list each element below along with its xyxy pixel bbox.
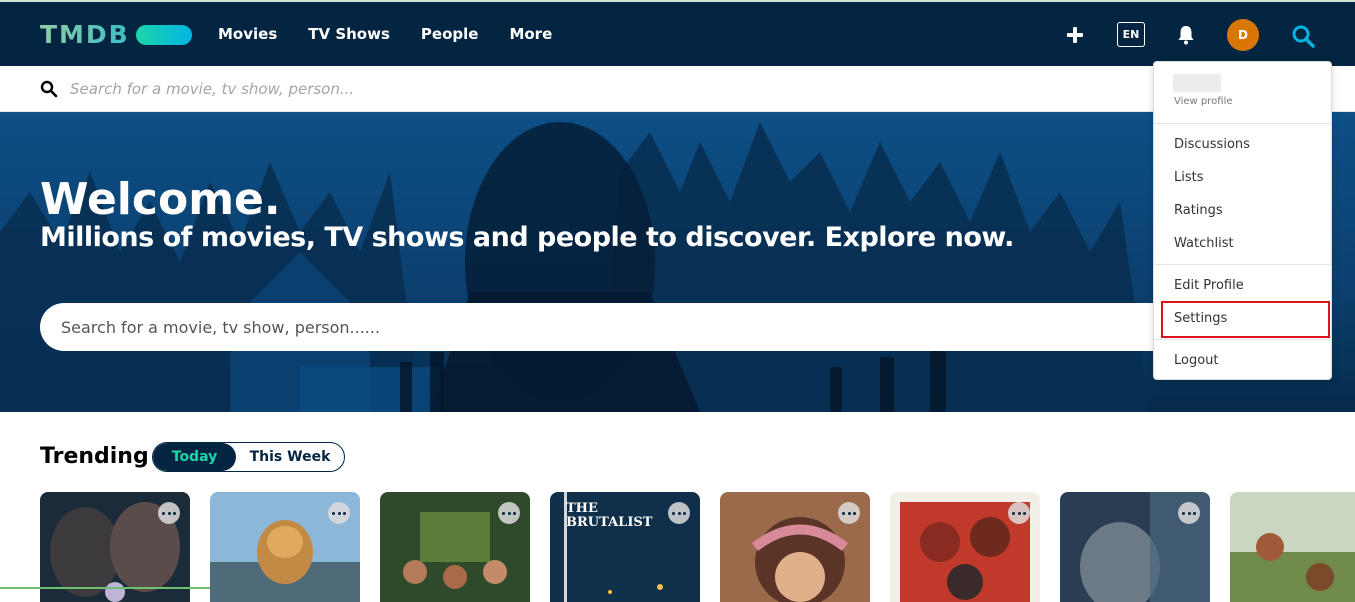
username-redacted[interactable]: [1173, 74, 1221, 92]
menu-divider: [1154, 264, 1331, 265]
toggle-this-week[interactable]: This Week: [236, 443, 344, 471]
main-nav: Movies TV Shows People More: [218, 24, 552, 44]
menu-item-edit-profile[interactable]: Edit Profile: [1174, 278, 1244, 294]
hero-search-box: [40, 303, 1200, 351]
menu-item-discussions[interactable]: Discussions: [1174, 137, 1250, 153]
profile-dropdown-menu: View profile Discussions Lists Ratings W…: [1153, 61, 1332, 380]
poster-card[interactable]: [1230, 492, 1355, 602]
poster-card[interactable]: THE BRUTALIST: [550, 492, 700, 602]
menu-item-settings[interactable]: Settings: [1174, 311, 1227, 327]
hero-search-input[interactable]: [61, 315, 1061, 339]
nav-tv-shows[interactable]: TV Shows: [308, 24, 390, 44]
top-search-input[interactable]: [70, 76, 670, 102]
poster-card[interactable]: [1060, 492, 1210, 602]
view-profile-link[interactable]: View profile: [1174, 96, 1233, 107]
menu-item-logout[interactable]: Logout: [1174, 353, 1219, 369]
more-options-icon[interactable]: [1178, 502, 1200, 524]
menu-divider: [1154, 339, 1331, 340]
hero-background-image: [0, 112, 1355, 412]
poster-card[interactable]: [380, 492, 530, 602]
trending-time-toggle: Today This Week: [152, 442, 345, 472]
hero-subtitle: Millions of movies, TV shows and people …: [40, 222, 1014, 253]
toggle-today[interactable]: Today: [153, 443, 236, 471]
search-icon: [40, 80, 58, 98]
menu-item-ratings[interactable]: Ratings: [1174, 203, 1223, 219]
more-options-icon[interactable]: [158, 502, 180, 524]
navbar: TMDB Movies TV Shows People More EN D: [0, 2, 1355, 66]
more-options-icon[interactable]: [838, 502, 860, 524]
more-options-icon[interactable]: [668, 502, 690, 524]
nav-movies[interactable]: Movies: [218, 24, 277, 44]
more-options-icon[interactable]: [498, 502, 520, 524]
trending-posters: THE BRUTALIST: [40, 492, 1355, 602]
bell-icon[interactable]: [1177, 25, 1195, 45]
hero-title: Welcome.: [40, 174, 281, 225]
poster-image: [1230, 492, 1355, 602]
poster-title-text: THE BRUTALIST: [566, 501, 653, 530]
logo-text: TMDB: [40, 20, 130, 49]
nav-people[interactable]: People: [421, 24, 479, 44]
avatar[interactable]: D: [1227, 19, 1259, 51]
search-icon[interactable]: [1291, 24, 1315, 48]
tmdb-logo[interactable]: TMDB: [40, 22, 192, 48]
top-search-bar: [0, 66, 1355, 112]
poster-card[interactable]: [720, 492, 870, 602]
logo-pill-icon: [135, 25, 192, 45]
hero-banner: Welcome. Millions of movies, TV shows an…: [0, 112, 1355, 412]
poster-card[interactable]: [40, 492, 190, 602]
more-options-icon[interactable]: [328, 502, 350, 524]
nav-more[interactable]: More: [509, 24, 552, 44]
menu-item-lists[interactable]: Lists: [1174, 170, 1204, 186]
language-button[interactable]: EN: [1117, 22, 1145, 47]
poster-card[interactable]: [890, 492, 1040, 602]
menu-item-watchlist[interactable]: Watchlist: [1174, 236, 1234, 252]
more-options-icon[interactable]: [1008, 502, 1030, 524]
poster-card[interactable]: [210, 492, 360, 602]
add-plus-icon[interactable]: [1066, 26, 1084, 44]
trending-heading: Trending: [40, 444, 149, 469]
menu-divider: [1154, 123, 1331, 124]
